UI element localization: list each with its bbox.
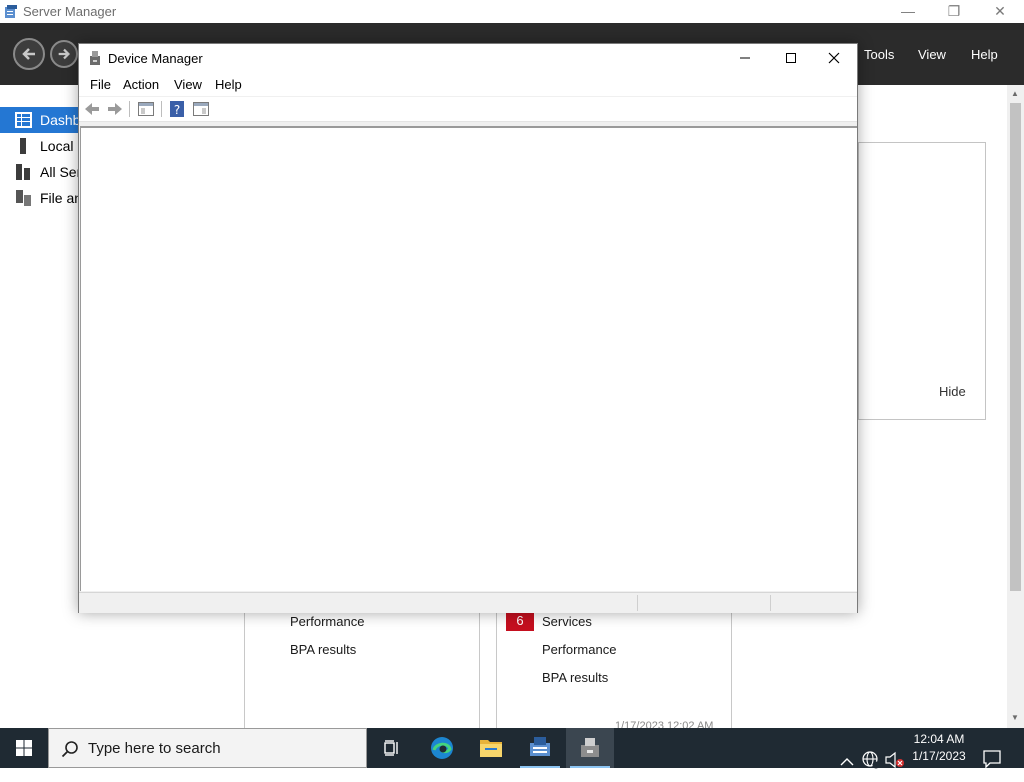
taskbar-app-device-manager[interactable] — [566, 728, 614, 768]
menu-view[interactable]: View — [918, 47, 946, 62]
show-hide-action-pane-icon[interactable] — [193, 102, 209, 116]
window-title: Server Manager — [23, 4, 117, 19]
status-divider — [637, 595, 638, 611]
windows-logo-icon — [16, 740, 32, 756]
back-arrow-icon — [22, 48, 35, 60]
tile-row-performance[interactable]: Performance — [542, 642, 616, 657]
menu-action[interactable]: Action — [123, 77, 159, 92]
edge-browser-icon — [431, 737, 453, 759]
device-manager-icon — [581, 738, 599, 757]
back-icon[interactable] — [84, 101, 100, 117]
show-hide-console-tree-icon[interactable] — [138, 102, 154, 116]
folder-icon — [480, 740, 502, 757]
help-icon[interactable]: ? — [170, 101, 184, 117]
system-clock[interactable]: 12:04 AM 1/17/2023 — [905, 731, 973, 765]
menu-tools[interactable]: Tools — [864, 47, 894, 62]
server-tile: 6 Services Performance BPA results — [496, 611, 732, 728]
menu-file[interactable]: File — [90, 77, 111, 92]
server-manager-icon — [5, 5, 17, 18]
server-icon — [20, 138, 26, 154]
clock-date: 1/17/2023 — [912, 749, 966, 763]
tile-timestamp: 1/17/2023 12:02 AM — [615, 720, 714, 728]
close-button[interactable] — [811, 44, 857, 72]
maximize-button[interactable] — [768, 44, 814, 72]
scrollbar-thumb[interactable] — [1010, 103, 1021, 591]
status-divider — [770, 595, 771, 611]
taskbar-app-file-explorer[interactable] — [467, 728, 515, 768]
tile-row-bpa[interactable]: BPA results — [290, 642, 356, 657]
close-icon — [828, 52, 840, 64]
minimize-button[interactable] — [722, 44, 768, 72]
server-tile: Performance BPA results — [244, 613, 480, 728]
tile-row-services[interactable]: Services — [542, 614, 592, 629]
server-manager-titlebar: Server Manager — ❐ ✕ — [0, 0, 1024, 23]
forward-icon[interactable] — [107, 101, 123, 117]
clock-time: 12:04 AM — [913, 732, 965, 746]
tile-row-bpa[interactable]: BPA results — [542, 670, 608, 685]
action-center-notification-icon[interactable] — [983, 739, 1001, 779]
minimize-icon — [740, 57, 750, 59]
sidebar-item-label: File an — [40, 190, 83, 206]
window-title: Device Manager — [108, 51, 203, 66]
volume-muted-icon[interactable] — [885, 740, 905, 780]
alert-count-badge: 6 — [506, 611, 534, 631]
minimize-button[interactable]: — — [885, 0, 931, 23]
show-hidden-icons-chevron-icon[interactable] — [840, 742, 854, 782]
toolbar: ? — [79, 97, 857, 122]
start-button[interactable] — [0, 728, 48, 768]
search-icon — [61, 741, 78, 758]
forward-arrow-icon — [58, 48, 71, 60]
maximize-icon — [786, 53, 796, 63]
menu-bar: File Action View Help — [79, 72, 857, 96]
back-button[interactable] — [13, 38, 45, 70]
status-bar — [79, 592, 857, 613]
device-manager-window: Device Manager File Action View Help ? — [78, 43, 858, 613]
search-placeholder: Type here to search — [88, 740, 221, 757]
task-view-button[interactable] — [368, 728, 416, 768]
hide-link[interactable]: Hide — [939, 384, 966, 399]
welcome-panel — [858, 142, 986, 420]
taskbar-app-server-manager[interactable] — [516, 728, 564, 768]
device-tree-pane[interactable] — [80, 126, 857, 591]
taskbar: Type here to search 12:04 AM 1/17/2023 — [0, 728, 1024, 769]
menu-view[interactable]: View — [174, 77, 202, 92]
task-view-icon — [384, 740, 398, 756]
toolbar-separator — [129, 101, 130, 117]
menu-help[interactable]: Help — [215, 77, 242, 92]
server-manager-icon — [530, 737, 550, 756]
device-manager-icon — [90, 51, 100, 65]
servers-icon — [16, 164, 30, 180]
close-button[interactable]: ✕ — [977, 0, 1023, 23]
dashboard-icon — [15, 112, 32, 128]
network-globe-icon[interactable] — [862, 740, 880, 780]
taskbar-search-box[interactable]: Type here to search — [48, 728, 367, 768]
tile-row-performance[interactable]: Performance — [290, 614, 364, 629]
device-manager-titlebar: Device Manager — [79, 44, 857, 72]
scroll-up-icon[interactable]: ▲ — [1011, 89, 1019, 98]
vertical-scrollbar[interactable]: ▲ ▼ — [1007, 85, 1024, 728]
scroll-down-icon[interactable]: ▼ — [1011, 713, 1019, 722]
menu-help[interactable]: Help — [971, 47, 998, 62]
forward-button[interactable] — [50, 40, 78, 68]
taskbar-app-edge[interactable] — [418, 728, 466, 768]
svg-text:?: ? — [174, 103, 180, 117]
sidebar-item-label: All Ser — [40, 164, 82, 180]
toolbar-separator — [161, 101, 162, 117]
restore-button[interactable]: ❐ — [931, 0, 977, 23]
sidebar-item-label: Dashb — [40, 112, 81, 128]
file-storage-icon — [16, 190, 31, 206]
